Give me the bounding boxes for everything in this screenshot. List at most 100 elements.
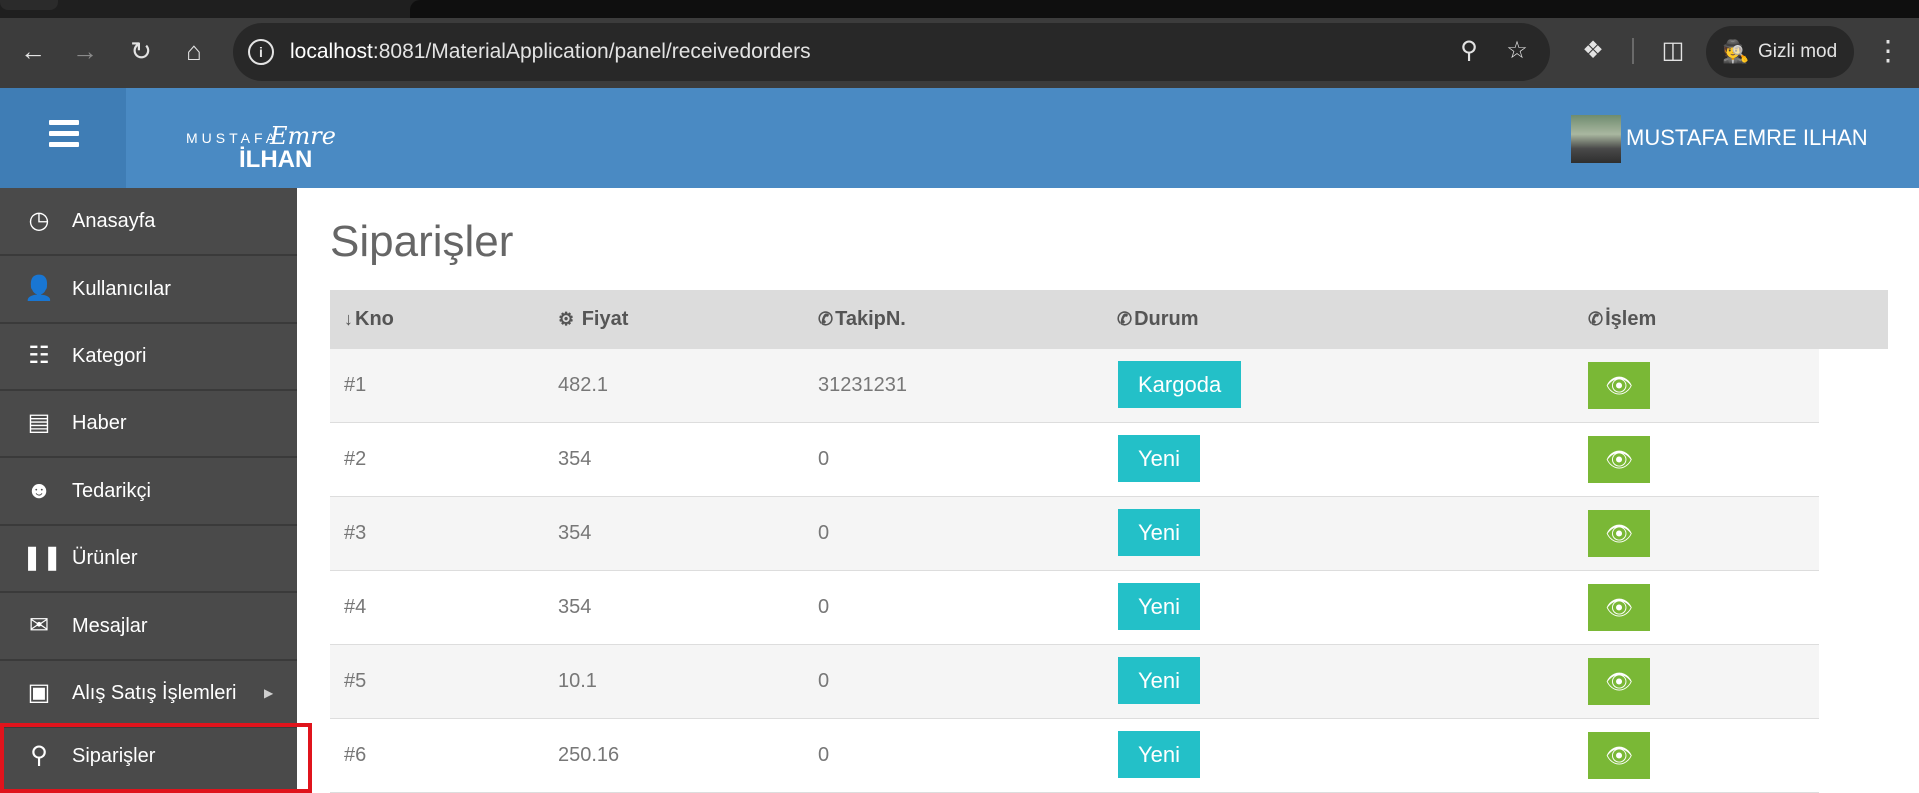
browser-tab-strip [0,0,1919,18]
side-panel-icon[interactable]: ◫ [1658,36,1688,66]
phone-icon: ✆ [818,309,834,329]
cell-takip: 0 [818,522,830,544]
extensions-icon[interactable]: ❖ [1578,36,1608,66]
sidebar-item-label: Haber [72,412,127,434]
home-icon[interactable]: ⌂ [179,36,209,66]
url-host: localhost [290,40,373,63]
cell-kno: #2 [344,448,367,470]
cell-takip: 0 [818,670,830,692]
zoom-icon[interactable]: ⚲ [1454,36,1484,66]
site-info-icon[interactable]: i [248,39,274,65]
column-header-takipn[interactable]: ✆ TakipN. [818,290,906,349]
sidebar-item-anasayfa[interactable]: ◷ Anasayfa [0,188,297,256]
table-row: #3 354 0 Yeni 👁 [330,497,1819,571]
view-order-button[interactable]: 👁 [1588,436,1650,483]
view-order-button[interactable]: 👁 [1588,584,1650,631]
phone-icon: ✆ [1117,309,1133,329]
sitemap-icon: ☷ [28,342,50,369]
sidebar-item-alis-satis[interactable]: ▣ Alış Satış İşlemleri ▶ [0,660,297,728]
sidebar-item-haber[interactable]: ▤ Haber [0,390,297,458]
cell-fiyat: 354 [558,522,592,544]
forward-icon[interactable]: → [70,36,100,66]
eye-icon: 👁 [1605,373,1633,398]
sidebar-item-label: Mesajlar [72,615,148,637]
hamburger-icon[interactable] [49,120,79,154]
cell-fiyat: 10.1 [558,670,597,692]
browser-tab[interactable] [0,0,58,10]
eye-icon: 👁 [1605,743,1633,768]
sidebar-item-label: Alış Satış İşlemleri [72,682,237,704]
column-header-kno[interactable]: ↓ Kno [344,290,394,349]
cell-kno: #3 [344,522,367,544]
cell-kno: #4 [344,596,367,618]
dashboard-icon: ◷ [28,207,50,234]
envelope-icon: ✉ [28,612,50,639]
url-path: :8081/MaterialApplication/panel/received… [372,40,811,63]
cell-takip: 0 [818,448,830,470]
cell-fiyat: 250.16 [558,744,620,766]
sidebar-item-label: Siparişler [72,745,156,767]
table-row: #2 354 0 Yeni 👁 [330,423,1819,497]
view-order-button[interactable]: 👁 [1588,732,1650,779]
column-header-durum[interactable]: ✆ Durum [1117,290,1199,349]
eye-icon: 👁 [1605,669,1633,694]
status-badge: Kargoda [1118,361,1242,408]
more-menu-icon[interactable]: ⋮ [1874,36,1902,66]
cell-takip: 31231231 [818,374,907,396]
cell-kno: #6 [344,744,367,766]
cogs-icon: ⚙ [558,309,575,329]
view-order-button[interactable]: 👁 [1588,362,1650,409]
avatar[interactable] [1571,115,1621,163]
toolbar-separator [1632,38,1634,64]
view-order-button[interactable]: 👁 [1588,658,1650,705]
user-name[interactable]: MUSTAFA EMRE ILHAN [1626,123,1868,153]
table-header: ↓ Kno ⚙ Fiyat ✆ TakipN. ✆ Durum ✆ İşlem [330,290,1888,349]
sidebar-item-mesajlar[interactable]: ✉ Mesajlar [0,593,297,661]
chevron-right-icon: ▶ [264,686,274,700]
table-row: #1 482.1 31231231 Kargoda 👁 [330,349,1819,423]
column-header-fiyat[interactable]: ⚙ Fiyat [558,290,628,349]
users-icon: ☻ [26,477,52,504]
sidebar-item-label: Tedarikçi [72,480,151,502]
status-badge: Yeni [1118,657,1201,704]
status-badge: Yeni [1118,583,1201,630]
view-order-button[interactable]: 👁 [1588,510,1650,557]
cell-kno: #5 [344,670,367,692]
tab-strip-background [410,0,1919,18]
book-icon: ▤ [27,409,51,436]
sidebar-item-tedarikci[interactable]: ☻ Tedarikçi [0,458,297,526]
incognito-icon: 🕵 [1722,39,1750,64]
phone-icon: ✆ [1588,309,1604,329]
sidebar-item-kullanicilar[interactable]: 👤 Kullanıcılar [0,256,297,324]
sidebar-item-label: Anasayfa [72,210,156,232]
sort-numeric-icon: ↓ [344,309,353,329]
sidebar-item-urunler[interactable]: ❚❚ Ürünler [0,525,297,593]
status-badge: Yeni [1118,509,1201,556]
sidebar-item-siparisler[interactable]: ⚲ Siparişler [0,723,312,793]
star-icon[interactable]: ☆ [1502,36,1532,66]
cell-fiyat: 354 [558,448,592,470]
cell-kno: #1 [344,374,367,396]
page-title: Siparişler [330,217,514,266]
cell-takip: 0 [818,596,830,618]
logo-line3: İLHAN [239,146,313,173]
user-icon: 👤 [24,275,54,302]
logo-line1: MUSTAFA [186,130,280,146]
sidebar-item-label: Ürünler [72,547,138,569]
sidebar-item-label: Kategori [72,345,147,367]
column-header-islem[interactable]: ✆ İşlem [1588,290,1656,349]
incognito-label: Gizli mod [1758,41,1838,62]
reload-icon[interactable]: ↻ [126,36,156,66]
brand-logo[interactable]: MUSTAFA Emre İLHAN [186,122,346,174]
sidebar-item-label: Kullanıcılar [72,278,171,300]
status-badge: Yeni [1118,435,1201,482]
table-row: #5 10.1 0 Yeni 👁 [330,645,1819,719]
url-text[interactable]: localhost:8081/MaterialApplication/panel… [290,36,811,68]
back-icon[interactable]: ← [18,36,48,66]
eye-icon: 👁 [1605,521,1633,546]
incognito-indicator[interactable]: 🕵 Gizli mod [1706,26,1854,78]
sidebar: ◷ Anasayfa 👤 Kullanıcılar ☷ Kategori ▤ H… [0,188,312,793]
money-icon: ▣ [27,679,51,706]
sidebar-item-kategori[interactable]: ☷ Kategori [0,323,297,391]
cell-fiyat: 354 [558,596,592,618]
